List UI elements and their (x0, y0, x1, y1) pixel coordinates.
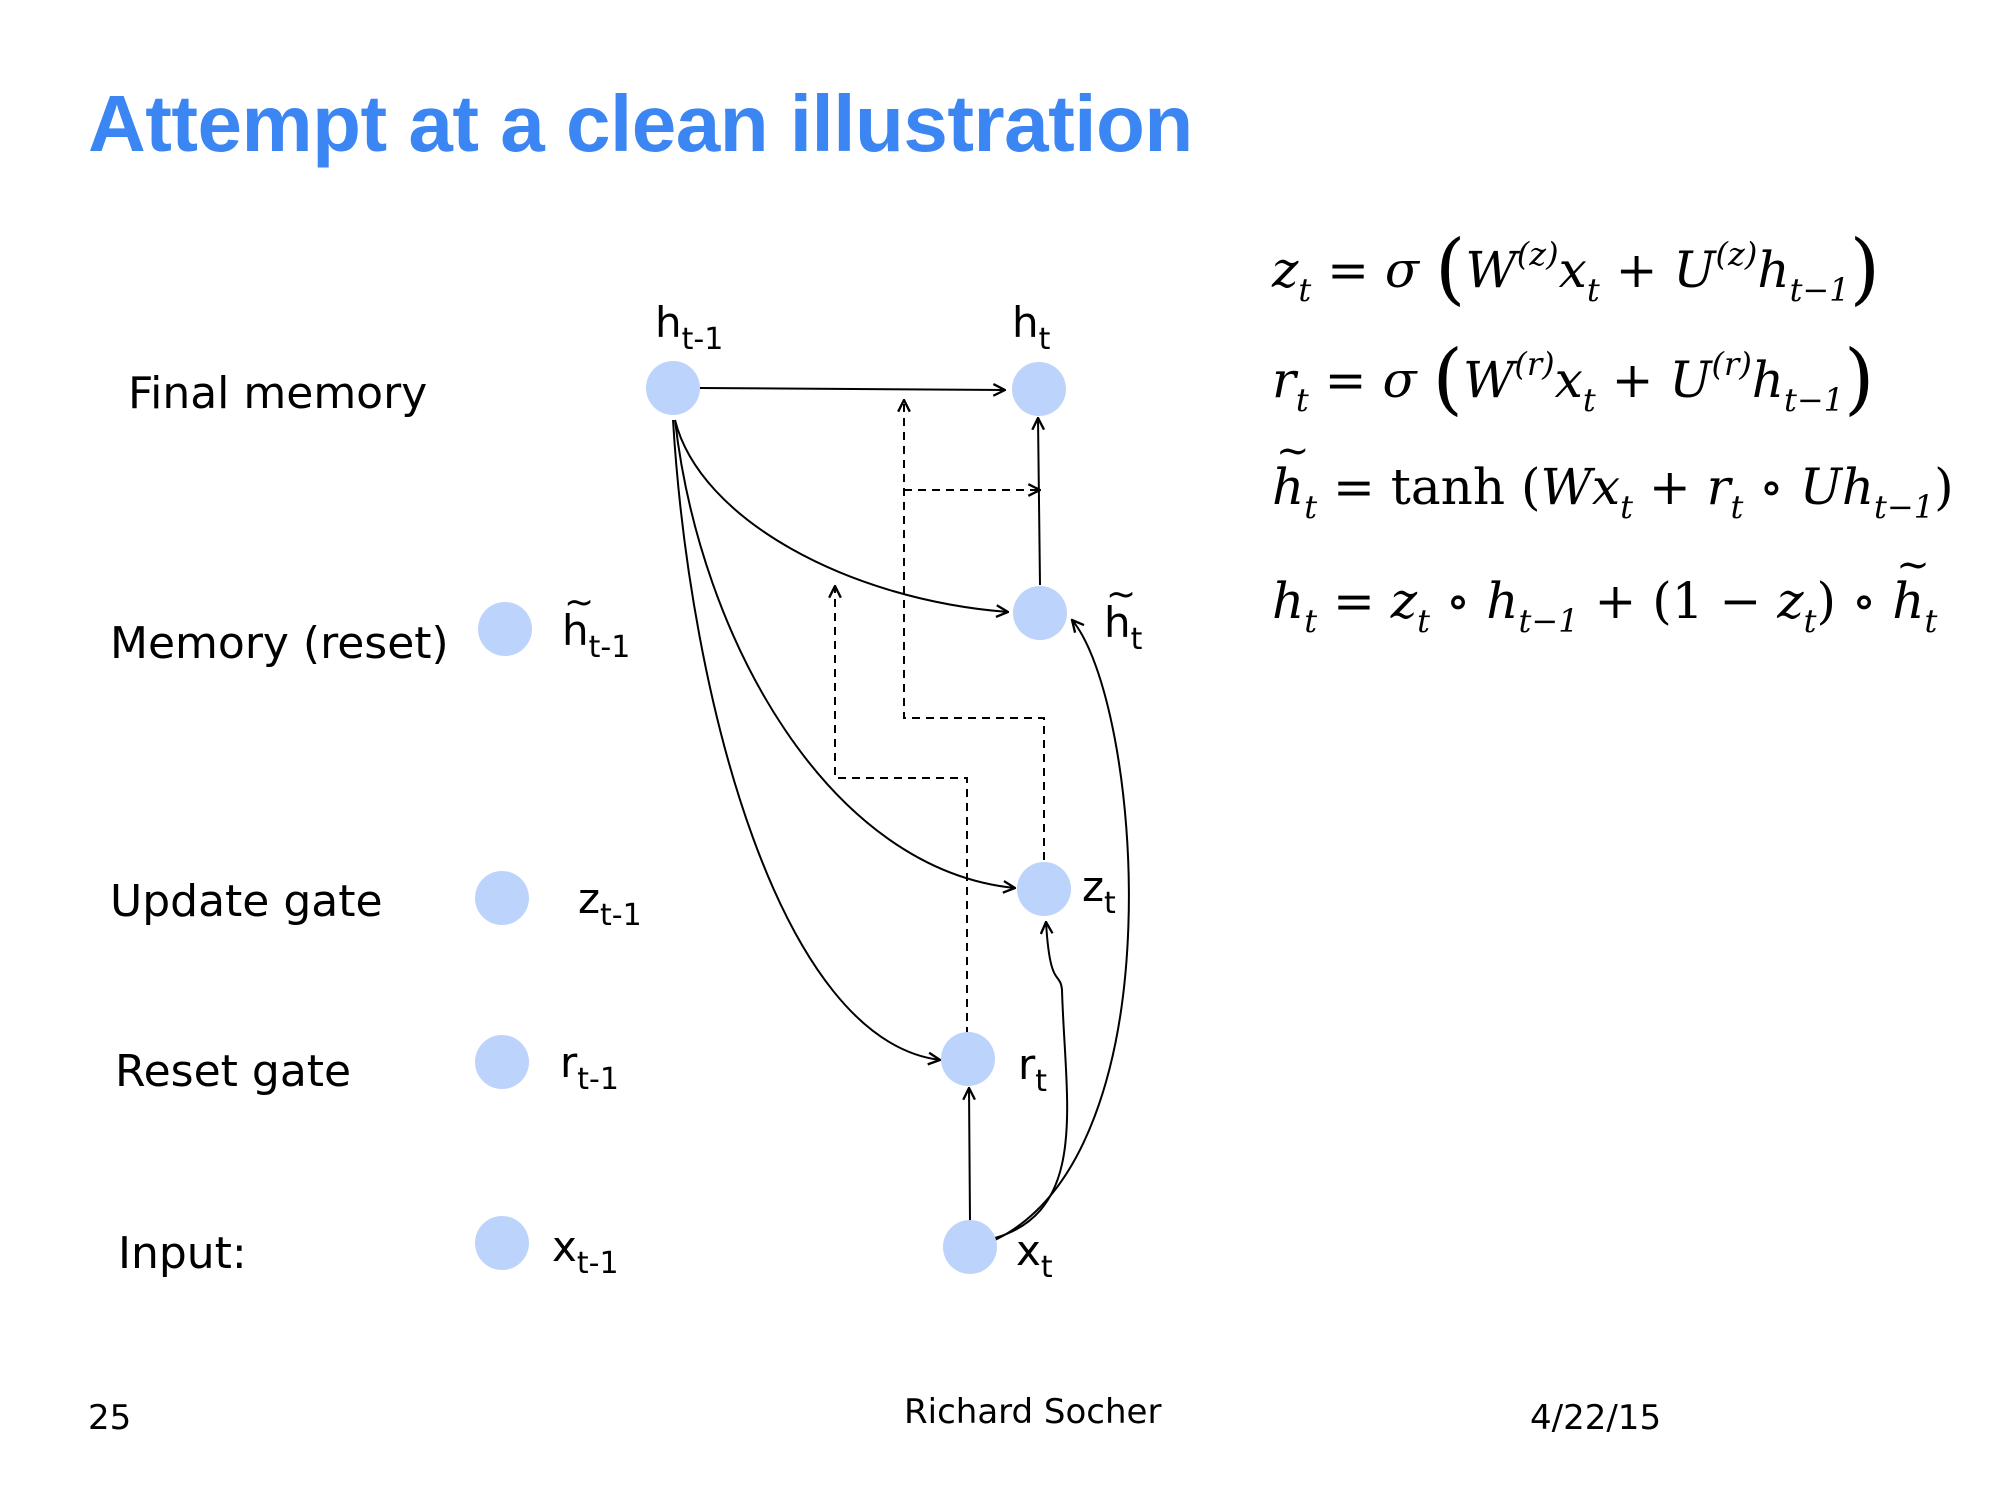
footer-author: Richard Socher (904, 1392, 1162, 1432)
edge-xt-to-rt (969, 1088, 970, 1223)
edge-hprev-to-rt (672, 419, 940, 1060)
node-htilde-t (1013, 586, 1067, 640)
equation-update-gate: zt = σ (W(z)xt + U(z)ht−1) (1272, 224, 1881, 314)
footer-date: 4/22/15 (1530, 1398, 1662, 1438)
edge-xt-to-htilde (994, 620, 1130, 1241)
edge-hprev-to-htilde (674, 419, 1008, 612)
label-x-t: xt (1016, 1226, 1053, 1285)
node-z-t (1017, 862, 1071, 916)
node-htilde-prev (478, 602, 532, 656)
equation-new-memory: ~ ht = tanh (Wxt + rt ∘ Uht−1) (1272, 428, 1954, 526)
label-z-t: zt (1082, 862, 1116, 921)
label-htilde-prev: ~ ht-1 (562, 582, 631, 665)
edge-hprev-to-ht (699, 388, 1005, 390)
page-number: 25 (88, 1398, 132, 1438)
node-x-prev (475, 1216, 529, 1270)
label-r-prev: rt-1 (560, 1038, 619, 1097)
node-r-t (941, 1032, 995, 1086)
node-h-prev (646, 361, 700, 415)
node-z-prev (475, 871, 529, 925)
equation-final-memory: ht = zt ∘ ht−1 + (1 − zt) ∘ ~ ht (1272, 542, 1938, 640)
slide: Attempt at a clean illustration Final me… (0, 0, 2000, 1500)
edge-rt-gate-dashed (835, 586, 968, 1035)
label-h-t: ht (1012, 298, 1051, 357)
label-r-t: rt (1018, 1040, 1048, 1099)
edge-htilde-to-ht (1038, 418, 1040, 586)
label-x-prev: xt-1 (552, 1222, 619, 1281)
label-htilde-t: ~ ht (1104, 574, 1143, 657)
node-x-t (943, 1220, 997, 1274)
node-r-prev (475, 1035, 529, 1089)
equation-reset-gate: rt = σ (W(r)xt + U(r)ht−1) (1272, 334, 1875, 424)
node-h-t (1012, 362, 1066, 416)
label-z-prev: zt-1 (578, 874, 642, 933)
label-h-prev: ht-1 (655, 298, 724, 357)
